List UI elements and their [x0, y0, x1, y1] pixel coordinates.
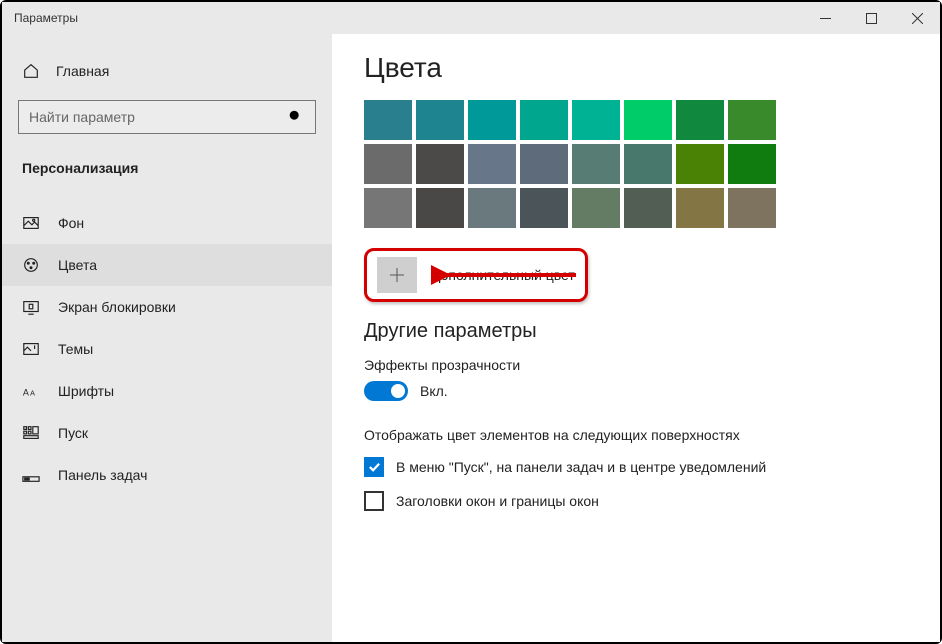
color-swatch[interactable] — [520, 188, 568, 228]
color-swatch[interactable] — [624, 188, 672, 228]
color-swatch[interactable] — [676, 144, 724, 184]
color-swatch[interactable] — [364, 100, 412, 140]
sidebar-item-label: Пуск — [58, 425, 88, 441]
color-swatch[interactable] — [468, 144, 516, 184]
sidebar-item-icon — [22, 214, 40, 232]
window-title: Параметры — [14, 11, 802, 25]
svg-text:A: A — [30, 389, 35, 398]
transparency-label: Эффекты прозрачности — [364, 357, 940, 373]
page-title: Цвета — [364, 52, 940, 84]
sidebar-item-label: Шрифты — [58, 383, 114, 399]
sidebar-item-icon: AA — [22, 382, 40, 400]
transparency-toggle[interactable] — [364, 381, 408, 401]
sidebar-item-icon — [22, 298, 40, 316]
color-swatch[interactable] — [676, 100, 724, 140]
sidebar-item-label: Темы — [58, 341, 93, 357]
color-swatch[interactable] — [364, 144, 412, 184]
color-swatch[interactable] — [624, 100, 672, 140]
sidebar-item-2[interactable]: Экран блокировки — [2, 286, 332, 328]
sidebar-item-icon — [22, 256, 40, 274]
color-swatch[interactable] — [416, 100, 464, 140]
sidebar-item-4[interactable]: AA Шрифты — [2, 370, 332, 412]
color-swatch[interactable] — [416, 144, 464, 184]
sidebar: Главная Персонализация Фон Цвета Экран бло… — [2, 34, 332, 642]
custom-color-label: Дополнительный цвет — [431, 267, 575, 283]
sidebar-item-label: Цвета — [58, 257, 97, 273]
custom-color-highlight: Дополнительный цвет — [364, 248, 588, 302]
color-swatch[interactable] — [520, 144, 568, 184]
titlebar: Параметры — [2, 2, 940, 34]
color-swatch[interactable] — [572, 188, 620, 228]
surface-check-row-1: Заголовки окон и границы окон — [364, 491, 940, 511]
sidebar-item-icon — [22, 340, 40, 358]
color-swatch[interactable] — [468, 100, 516, 140]
color-swatch[interactable] — [676, 188, 724, 228]
color-swatch[interactable] — [572, 144, 620, 184]
nav-home-label: Главная — [56, 63, 109, 79]
transparency-toggle-state: Вкл. — [420, 383, 448, 399]
color-swatch[interactable] — [624, 144, 672, 184]
color-swatch[interactable] — [520, 100, 568, 140]
window-minimize-button[interactable] — [802, 2, 848, 34]
window-maximize-button[interactable] — [848, 2, 894, 34]
main-content: Цвета Дополнительный цвет Другие парамет… — [332, 34, 940, 642]
color-swatch[interactable] — [468, 188, 516, 228]
sidebar-section-title: Персонализация — [2, 150, 332, 192]
sidebar-item-1[interactable]: Цвета — [2, 244, 332, 286]
color-swatches — [364, 100, 940, 228]
surface-check-row-0: В меню "Пуск", на панели задач и в центр… — [364, 457, 940, 477]
sidebar-item-3[interactable]: Темы — [2, 328, 332, 370]
sidebar-item-icon — [22, 424, 40, 442]
surface-checkbox-0[interactable] — [364, 457, 384, 477]
color-swatch[interactable] — [364, 188, 412, 228]
svg-text:A: A — [23, 388, 29, 398]
color-swatch[interactable] — [728, 100, 776, 140]
nav-home[interactable]: Главная — [2, 52, 332, 90]
surfaces-label: Отображать цвет элементов на следующих п… — [364, 427, 940, 443]
color-swatch[interactable] — [572, 100, 620, 140]
home-icon — [22, 62, 40, 80]
color-swatch[interactable] — [416, 188, 464, 228]
surface-check-label: Заголовки окон и границы окон — [396, 493, 599, 509]
sidebar-item-label: Экран блокировки — [58, 299, 176, 315]
search-box[interactable] — [18, 100, 316, 134]
sidebar-item-6[interactable]: Панель задач — [2, 454, 332, 496]
add-custom-color-button[interactable] — [377, 257, 417, 293]
color-swatch[interactable] — [728, 188, 776, 228]
sidebar-item-5[interactable]: Пуск — [2, 412, 332, 454]
nav-list: Фон Цвета Экран блокировки Темы AA Шрифты Пуск… — [2, 192, 332, 496]
surface-check-label: В меню "Пуск", на панели задач и в центр… — [396, 459, 766, 475]
search-input[interactable] — [29, 109, 287, 125]
color-swatch[interactable] — [728, 144, 776, 184]
other-params-heading: Другие параметры — [364, 320, 940, 343]
surface-checkbox-1[interactable] — [364, 491, 384, 511]
search-icon — [287, 108, 305, 126]
window-close-button[interactable] — [894, 2, 940, 34]
sidebar-item-0[interactable]: Фон — [2, 202, 332, 244]
sidebar-item-icon — [22, 466, 40, 484]
sidebar-item-label: Панель задач — [58, 467, 147, 483]
sidebar-item-label: Фон — [58, 215, 84, 231]
